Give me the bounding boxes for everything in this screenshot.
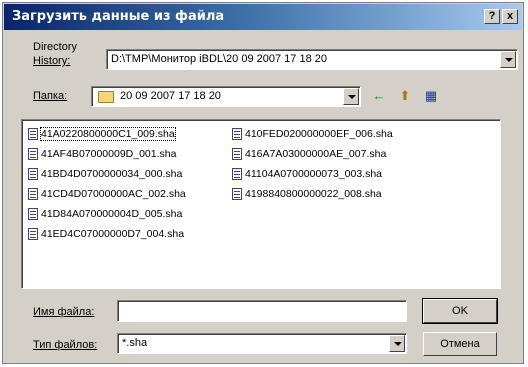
document-icon <box>28 208 38 220</box>
filename-input[interactable] <box>117 300 407 322</box>
list-item[interactable]: 41A0220800000C1_009.sha <box>28 126 176 142</box>
folder-combo[interactable]: 20 09 2007 17 18 20 <box>91 86 361 107</box>
file-name: 41AF4B07000009D_001.sha <box>41 148 177 160</box>
file-name: 41CD4D07000000AC_002.sha <box>41 188 186 200</box>
document-icon <box>28 188 38 200</box>
document-icon <box>28 148 38 160</box>
list-item[interactable]: 41D84A070000004D_005.sha <box>28 206 182 222</box>
chevron-down-icon[interactable] <box>389 335 405 352</box>
folder-value: 20 09 2007 17 18 20 <box>120 90 221 102</box>
document-icon <box>28 128 38 140</box>
document-icon <box>232 128 242 140</box>
document-icon <box>232 148 242 160</box>
filetype-select[interactable]: *.sha <box>117 333 407 354</box>
folder-label: Папка: <box>33 90 68 102</box>
up-folder-icon[interactable]: ⬆ <box>395 87 415 105</box>
list-item[interactable]: 41104A0700000073_003.sha <box>232 166 382 182</box>
document-icon <box>232 168 242 180</box>
file-name: 410FED020000000EF_006.sha <box>245 128 393 140</box>
close-button[interactable]: x <box>502 9 518 24</box>
file-name: 41A0220800000C1_009.sha <box>40 127 176 141</box>
chevron-down-icon[interactable] <box>500 51 516 68</box>
document-icon <box>28 228 38 240</box>
filetype-value: *.sha <box>122 337 148 349</box>
directory-history-label-line2: History: <box>33 55 71 67</box>
list-item[interactable]: 41BD4D0700000034_000.sha <box>28 166 182 182</box>
list-item[interactable]: 41ED4C07000000D7_004.sha <box>28 226 184 242</box>
help-button[interactable]: ? <box>484 9 500 24</box>
directory-history-value: D:\TMP\Монитор iBDL\20 09 2007 17 18 20 <box>111 53 327 65</box>
file-name: 41ED4C07000000D7_004.sha <box>41 228 185 240</box>
back-arrow-icon[interactable]: ← <box>369 87 389 105</box>
dialog-title: Загрузить данные из файла <box>12 9 225 24</box>
list-item[interactable]: 416A7A03000000AE_007.sha <box>232 146 386 162</box>
document-icon <box>28 168 38 180</box>
file-name: 416A7A03000000AE_007.sha <box>245 148 387 160</box>
file-name: 4198840800000022_008.sha <box>245 188 382 200</box>
load-data-dialog: Загрузить данные из файла ? x Directory … <box>2 2 524 364</box>
chevron-down-icon[interactable] <box>343 88 359 105</box>
list-item[interactable]: 410FED020000000EF_006.sha <box>232 126 393 142</box>
list-item[interactable]: 41CD4D07000000AC_002.sha <box>28 186 186 202</box>
file-list[interactable]: 41A0220800000C1_009.sha 41AF4B07000009D_… <box>21 119 501 289</box>
file-name: 41D84A070000004D_005.sha <box>41 208 183 220</box>
directory-history-label-line1: Directory <box>33 41 78 53</box>
ok-button[interactable]: OK <box>422 298 498 324</box>
document-icon <box>232 188 242 200</box>
file-name: 41BD4D0700000034_000.sha <box>41 168 183 180</box>
title-bar[interactable]: Загрузить данные из файла ? x <box>4 4 522 30</box>
folder-icon <box>98 91 114 103</box>
cancel-button[interactable]: Отмена <box>423 332 497 356</box>
view-menu-icon[interactable]: ▦ <box>421 87 441 105</box>
file-name: 41104A0700000073_003.sha <box>245 168 383 180</box>
filename-label: Имя файла: <box>33 306 95 318</box>
list-item[interactable]: 41AF4B07000009D_001.sha <box>28 146 176 162</box>
directory-history-combo[interactable]: D:\TMP\Монитор iBDL\20 09 2007 17 18 20 <box>106 49 518 70</box>
filetype-label: Тип файлов: <box>33 339 98 351</box>
list-item[interactable]: 4198840800000022_008.sha <box>232 186 382 202</box>
